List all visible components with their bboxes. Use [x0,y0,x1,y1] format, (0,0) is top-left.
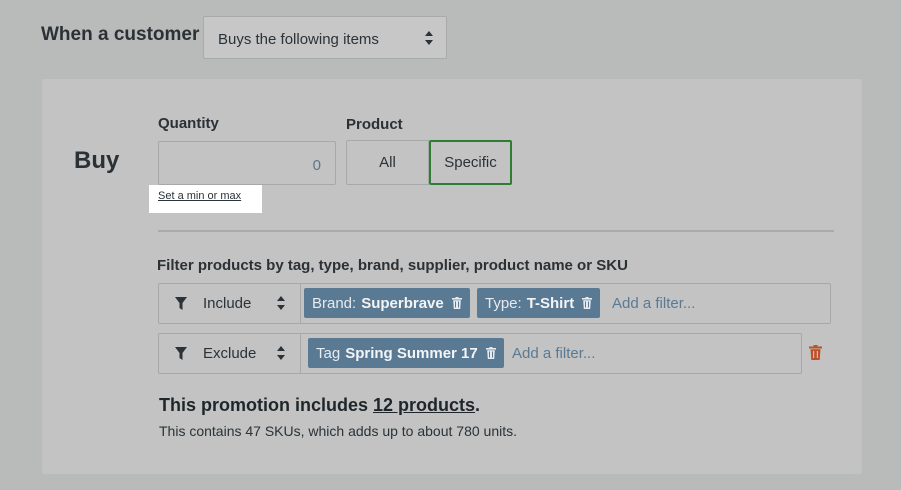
summary-title: This promotion includes 12 products. [159,395,480,416]
updown-arrows-icon [276,293,286,313]
updown-arrows-icon [424,28,434,48]
trigger-select-value: Buys the following items [218,31,379,48]
exclude-filter-row: Exclude Tag Spring Summer 17 Add a filte… [158,333,802,374]
product-specific-button[interactable]: Specific [429,140,512,185]
trigger-select[interactable]: Buys the following items [203,16,447,59]
funnel-icon [175,297,187,310]
include-add-filter-input[interactable]: Add a filter... [612,295,695,312]
summary-suffix: . [475,395,481,415]
include-mode-select[interactable]: Include [159,284,301,323]
exclude-mode-label: Exclude [203,345,257,362]
filter-heading: Filter products by tag, type, brand, sup… [157,257,628,274]
include-filter-row: Include Brand: Superbrave Type: T-Shirt … [158,283,831,324]
quantity-label: Quantity [158,115,219,132]
tag-value: T-Shirt [526,294,575,312]
tag-value: Spring Summer 17 [345,344,478,362]
product-label: Product [346,116,403,133]
updown-arrows-icon [276,343,286,363]
filter-tag: Type: T-Shirt [477,288,601,318]
tag-key: Type: [485,294,522,312]
trash-icon[interactable] [451,297,462,309]
trash-icon[interactable] [485,347,496,359]
filter-tag: Tag Spring Summer 17 [308,338,504,368]
quantity-input[interactable]: 0 [158,141,336,185]
buy-heading: Buy [74,147,120,174]
include-mode-label: Include [203,295,252,312]
products-count-link[interactable]: 12 products [373,395,475,415]
product-toggle: All Specific [346,140,512,185]
trigger-label: When a customer [41,24,200,45]
exclude-mode-select[interactable]: Exclude [159,334,301,373]
summary-detail: This contains 47 SKUs, which adds up to … [159,423,517,439]
divider [158,230,834,232]
exclude-add-filter-input[interactable]: Add a filter... [512,345,595,362]
set-min-max-link[interactable]: Set a min or max [149,185,262,213]
tag-key: Brand: [312,294,357,312]
filter-tag: Brand: Superbrave [304,288,470,318]
tag-value: Superbrave [361,294,444,312]
summary-prefix: This promotion includes [159,395,374,415]
tag-key: Tag [316,344,341,362]
buy-panel: Buy Quantity 0 Set a min or max Product … [42,79,862,474]
quantity-value: 0 [312,157,321,174]
trash-icon[interactable] [582,297,593,309]
funnel-icon [175,347,187,360]
delete-row-trash-icon[interactable] [809,345,822,360]
product-all-button[interactable]: All [346,140,429,185]
